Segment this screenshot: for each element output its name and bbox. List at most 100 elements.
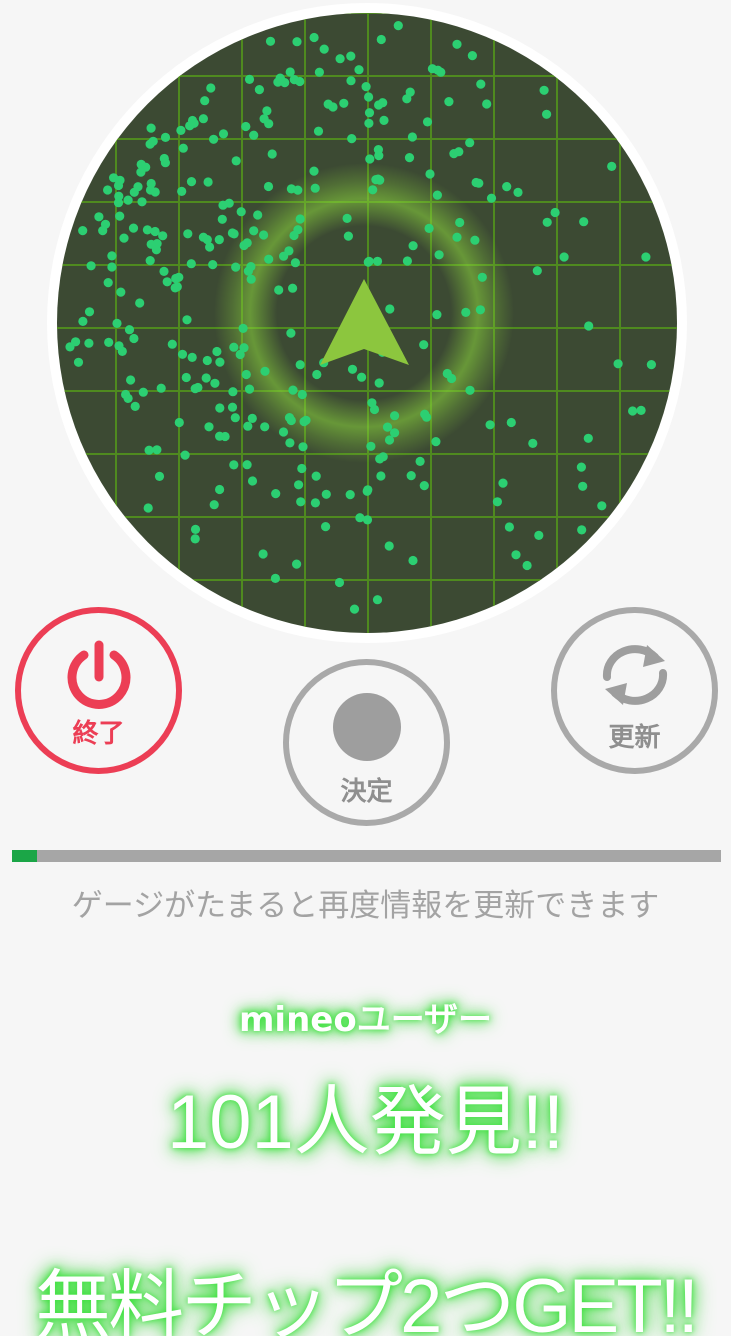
user-dot	[176, 125, 186, 135]
user-dot	[178, 143, 188, 153]
user-dot	[112, 318, 122, 328]
user-dot	[334, 577, 345, 588]
user-dot	[209, 134, 219, 144]
user-dot	[186, 259, 196, 269]
user-dot	[455, 217, 465, 228]
user-dot	[259, 230, 269, 240]
user-dot	[506, 417, 516, 428]
refresh-button[interactable]: 更新	[551, 607, 718, 774]
user-dot	[295, 360, 305, 370]
user-dot	[402, 256, 412, 266]
user-dot	[160, 158, 170, 168]
user-dot	[607, 161, 617, 171]
user-dot	[364, 118, 374, 128]
user-dot	[477, 272, 487, 282]
user-dot	[129, 333, 139, 344]
user-dot	[378, 98, 388, 108]
user-dot	[190, 384, 200, 394]
user-dot	[382, 422, 393, 432]
user-dot	[374, 378, 384, 388]
user-dot	[136, 167, 146, 177]
user-dot	[454, 147, 464, 157]
user-dot	[372, 256, 383, 266]
user-dot	[492, 497, 502, 507]
user-dot	[290, 258, 300, 268]
user-dot	[146, 239, 156, 249]
result-found-count: 101人発見!!	[166, 1080, 565, 1165]
user-dot	[321, 489, 331, 499]
user-dot	[217, 214, 227, 224]
user-dot	[475, 305, 485, 315]
circle-icon	[332, 693, 401, 761]
user-dot	[292, 559, 302, 569]
user-dot	[444, 97, 454, 107]
user-dot	[180, 450, 190, 460]
user-dot	[485, 420, 495, 430]
user-dot	[212, 346, 222, 357]
user-dot	[258, 549, 268, 559]
user-dot	[185, 121, 195, 131]
user-dot	[390, 411, 400, 421]
user-dot	[206, 83, 216, 93]
user-dot	[375, 454, 385, 464]
user-dot	[482, 99, 492, 109]
user-dot	[539, 85, 549, 95]
user-dot	[78, 226, 88, 236]
user-dot	[107, 262, 117, 272]
user-dot	[231, 156, 241, 166]
user-dot	[182, 315, 192, 325]
user-dot	[294, 480, 304, 490]
user-dot	[346, 51, 356, 61]
user-dot	[228, 387, 238, 397]
user-dot	[229, 460, 239, 470]
user-dot	[167, 339, 177, 349]
user-dot	[177, 349, 188, 359]
user-dot	[103, 185, 113, 195]
user-dot	[187, 352, 197, 362]
user-dot	[123, 195, 133, 205]
user-dot	[476, 79, 486, 89]
user-dot	[73, 357, 84, 367]
user-dot	[376, 471, 386, 481]
user-dot	[298, 442, 308, 452]
user-dot	[310, 498, 320, 508]
user-dot	[265, 36, 276, 46]
end-button-label: 終了	[72, 719, 125, 749]
user-dot	[427, 64, 437, 74]
user-dot	[244, 74, 255, 84]
decide-button[interactable]: 決定	[283, 659, 450, 826]
user-dot	[214, 235, 224, 245]
user-dot	[286, 328, 296, 338]
user-dot	[522, 560, 532, 571]
user-dot	[309, 32, 319, 43]
user-dot	[364, 92, 374, 102]
user-dot	[274, 285, 284, 295]
user-dot	[390, 428, 400, 438]
user-dot	[137, 197, 147, 207]
user-dot	[172, 282, 182, 292]
gauge-hint-text: ゲージがたまると再度情報を更新できます	[71, 888, 660, 924]
user-dot	[270, 573, 280, 584]
result-prize: 無料チップ2つGET!!	[35, 1264, 699, 1336]
user-dot	[301, 415, 311, 425]
user-dot	[156, 383, 166, 393]
radar-view[interactable]	[57, 13, 677, 633]
user-dot	[293, 185, 303, 195]
user-dot	[343, 231, 353, 241]
user-dot	[104, 337, 114, 347]
user-dot	[296, 497, 306, 507]
user-dot	[467, 51, 477, 61]
user-dot	[205, 242, 215, 252]
refresh-icon	[602, 645, 667, 705]
end-button[interactable]: 終了	[15, 607, 182, 774]
user-dot	[224, 198, 234, 208]
user-dot	[583, 433, 593, 443]
user-dot	[461, 307, 471, 317]
user-dot	[242, 460, 252, 470]
user-dot	[121, 389, 131, 400]
user-dot	[107, 251, 117, 261]
user-dot	[247, 413, 257, 423]
user-dot	[278, 427, 289, 437]
user-dot	[579, 217, 589, 227]
user-dot	[220, 431, 230, 442]
